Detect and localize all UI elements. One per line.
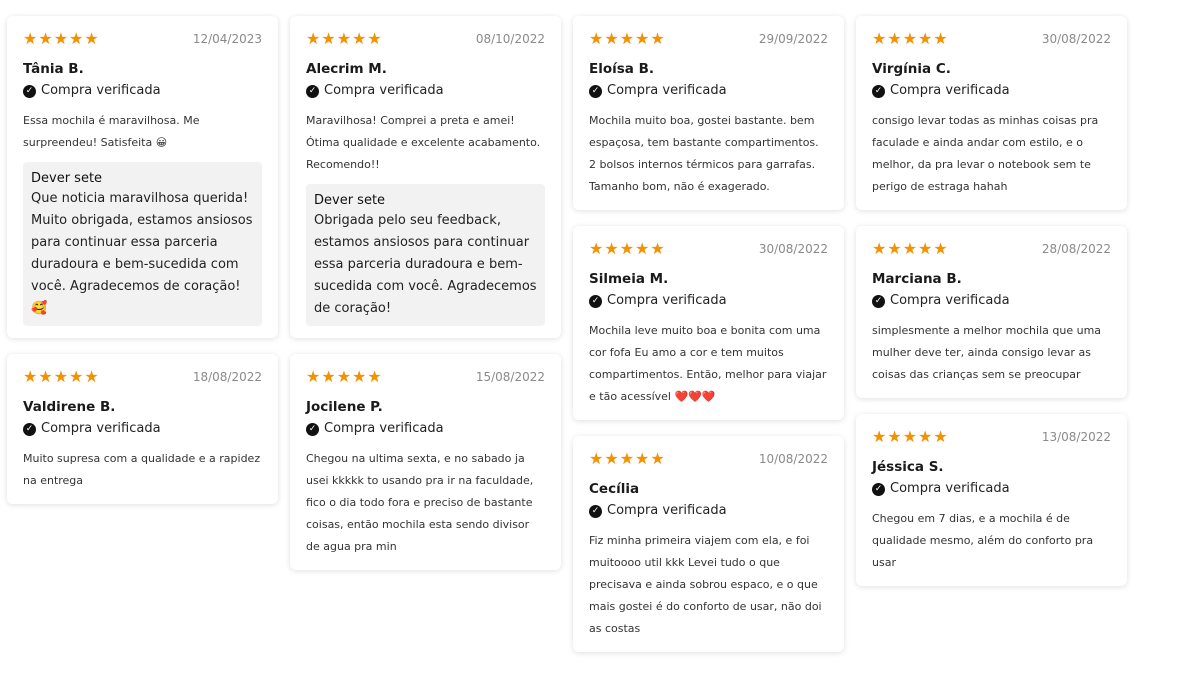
reviewer-name: Virgínia C.	[872, 61, 951, 77]
check-circle-icon: ✓	[23, 422, 36, 436]
reply-author: Dever sete	[314, 193, 386, 208]
review-text: Mochila leve muito boa e bonita com uma …	[589, 324, 827, 403]
review-date: 08/10/2022	[475, 32, 545, 46]
check-circle-icon: ✓	[872, 482, 885, 496]
review-card: ★★★★★ 18/08/2022 Valdirene B. ✓ Compra ver…	[7, 354, 278, 504]
reply-author: Dever sete	[31, 171, 103, 186]
review-card: ★★★★★ 08/10/2022 Alecrim M. ✓ Compra verif…	[290, 16, 561, 338]
verified-purchase: ✓ Compra verificada	[306, 82, 545, 100]
review-date: 12/04/2023	[192, 32, 262, 46]
star-rating: ★★★★★	[306, 367, 383, 386]
review-card: ★★★★★ 30/08/2022 Virgínia C. ✓ Compra veri…	[856, 16, 1127, 210]
review-card: ★★★★★ 30/08/2022 Silmeia M. ✓ Compra verif…	[573, 226, 844, 420]
check-circle-icon: ✓	[872, 84, 885, 98]
review-text: Muito supresa com a qualidade e a rapide…	[23, 452, 261, 487]
verified-purchase: ✓ Compra verificada	[23, 420, 262, 438]
verified-purchase: ✓ Compra verificada	[589, 502, 828, 520]
review-date: 29/09/2022	[758, 32, 828, 46]
review-text: Chegou em 7 dias, e a mochila é de quali…	[872, 512, 1094, 569]
verified-label: Compra verificada	[41, 421, 161, 436]
review-date: 10/08/2022	[758, 452, 828, 466]
star-rating: ★★★★★	[589, 239, 666, 258]
star-rating: ★★★★★	[872, 239, 949, 258]
verified-label: Compra verificada	[890, 293, 1010, 308]
review-card: ★★★★★ 13/08/2022 Jéssica S. ✓ Compra verif…	[856, 414, 1127, 586]
reviews-column-2: ★★★★★ 08/10/2022 Alecrim M. ✓ Compra verif…	[290, 16, 561, 586]
verified-label: Compra verificada	[324, 83, 444, 98]
review-date: 30/08/2022	[1041, 32, 1111, 46]
check-circle-icon: ✓	[589, 504, 602, 518]
reply-text: Obrigada pelo seu feedback, estamos ansi…	[314, 213, 537, 316]
star-rating: ★★★★★	[306, 29, 383, 48]
review-card: ★★★★★ 10/08/2022 Cecília ✓ Compra verifica…	[573, 436, 844, 652]
review-text: simplesmente a melhor mochila que uma mu…	[872, 324, 1102, 381]
star-rating: ★★★★★	[872, 427, 949, 446]
store-reply: Dever sete Que noticia maravilhosa queri…	[23, 162, 262, 326]
store-reply: Dever sete Obrigada pelo seu feedback, e…	[306, 184, 545, 326]
reviewer-name: Valdirene B.	[23, 399, 116, 415]
star-rating: ★★★★★	[23, 367, 100, 386]
reviewer-name: Eloísa B.	[589, 61, 655, 77]
review-card: ★★★★★ 28/08/2022 Marciana B. ✓ Compra veri…	[856, 226, 1127, 398]
verified-purchase: ✓ Compra verificada	[589, 292, 828, 310]
star-rating: ★★★★★	[23, 29, 100, 48]
verified-purchase: ✓ Compra verificada	[306, 420, 545, 438]
verified-label: Compra verificada	[890, 481, 1010, 496]
review-date: 15/08/2022	[475, 370, 545, 384]
verified-purchase: ✓ Compra verificada	[872, 82, 1111, 100]
check-circle-icon: ✓	[589, 84, 602, 98]
star-rating: ★★★★★	[589, 449, 666, 468]
review-date: 13/08/2022	[1041, 430, 1111, 444]
verified-purchase: ✓ Compra verificada	[872, 292, 1111, 310]
reviewer-name: Jéssica S.	[872, 459, 944, 475]
reviewer-name: Tânia B.	[23, 61, 84, 77]
review-date: 18/08/2022	[192, 370, 262, 384]
verified-label: Compra verificada	[41, 83, 161, 98]
reviewer-name: Alecrim M.	[306, 61, 387, 77]
reviewer-name: Cecília	[589, 481, 640, 497]
star-rating: ★★★★★	[589, 29, 666, 48]
reviews-column-4: ★★★★★ 30/08/2022 Virgínia C. ✓ Compra veri…	[856, 16, 1127, 602]
reviewer-name: Silmeia M.	[589, 271, 669, 287]
check-circle-icon: ✓	[589, 294, 602, 308]
review-card: ★★★★★ 29/09/2022 Eloísa B. ✓ Compra verifi…	[573, 16, 844, 210]
review-text: Maravilhosa! Comprei a preta e amei! Óti…	[306, 114, 541, 171]
reviewer-name: Marciana B.	[872, 271, 962, 287]
star-rating: ★★★★★	[872, 29, 949, 48]
review-text: consigo levar todas as minhas coisas pra…	[872, 114, 1099, 193]
reviewer-name: Jocilene P.	[306, 399, 383, 415]
check-circle-icon: ✓	[872, 294, 885, 308]
verified-label: Compra verificada	[890, 83, 1010, 98]
review-text: Essa mochila é maravilhosa. Me surpreend…	[23, 114, 200, 149]
review-text: Chegou na ultima sexta, e no sabado ja u…	[306, 452, 534, 553]
verified-purchase: ✓ Compra verificada	[872, 480, 1111, 498]
review-date: 30/08/2022	[758, 242, 828, 256]
reviews-column-3: ★★★★★ 29/09/2022 Eloísa B. ✓ Compra verifi…	[573, 16, 844, 668]
check-circle-icon: ✓	[23, 84, 36, 98]
check-circle-icon: ✓	[306, 84, 319, 98]
verified-purchase: ✓ Compra verificada	[23, 82, 262, 100]
reviews-column-1: ★★★★★ 12/04/2023 Tânia B. ✓ Compra verific…	[7, 16, 278, 520]
verified-purchase: ✓ Compra verificada	[589, 82, 828, 100]
verified-label: Compra verificada	[324, 421, 444, 436]
verified-label: Compra verificada	[607, 503, 727, 518]
verified-label: Compra verificada	[607, 293, 727, 308]
review-text: Fiz minha primeira viajem com ela, e foi…	[589, 534, 822, 635]
verified-label: Compra verificada	[607, 83, 727, 98]
check-circle-icon: ✓	[306, 422, 319, 436]
review-card: ★★★★★ 12/04/2023 Tânia B. ✓ Compra verific…	[7, 16, 278, 338]
review-text: Mochila muito boa, gostei bastante. bem …	[589, 114, 819, 193]
reply-text: Que noticia maravilhosa querida! Muito o…	[31, 191, 253, 316]
review-card: ★★★★★ 15/08/2022 Jocilene P. ✓ Compra veri…	[290, 354, 561, 570]
review-date: 28/08/2022	[1041, 242, 1111, 256]
